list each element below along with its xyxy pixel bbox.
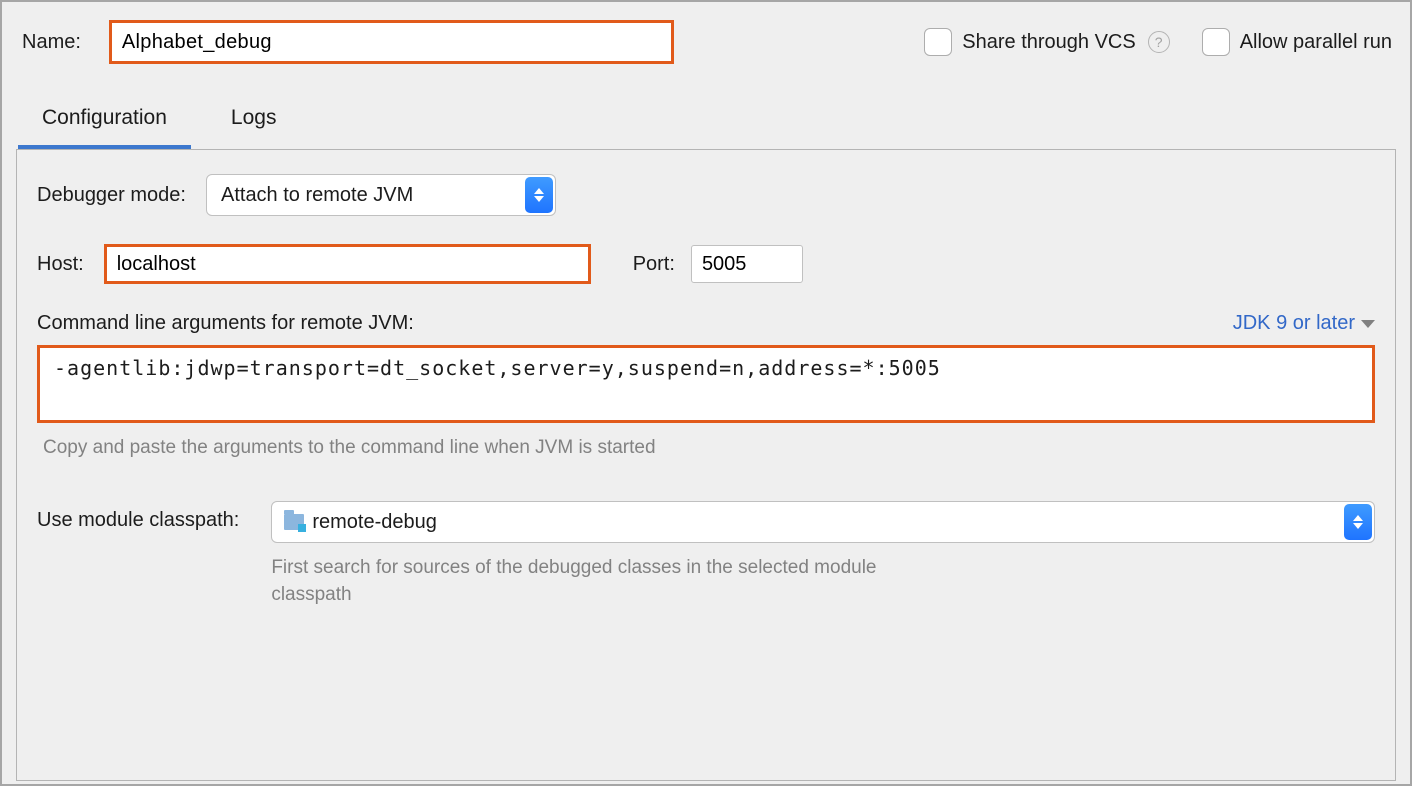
share-vcs-label: Share through VCS [962,31,1135,54]
jdk-version-dropdown[interactable]: JDK 9 or later [1233,312,1375,335]
allow-parallel-checkbox[interactable] [1202,28,1230,56]
chevron-down-icon [1361,320,1375,328]
tab-configuration[interactable]: Configuration [40,100,169,148]
cmd-hint: Copy and paste the arguments to the comm… [37,437,1375,459]
dialog-container: Name: Share through VCS ? Allow parallel… [0,0,1412,786]
module-column: remote-debug First search for sources of… [271,501,1375,608]
cmd-arguments-field[interactable]: -agentlib:jdwp=transport=dt_socket,serve… [37,345,1375,423]
port-label: Port: [633,253,675,276]
name-label: Name: [22,31,81,54]
host-port-row: Host: Port: [37,244,1375,284]
module-row: Use module classpath: remote-debug First… [37,501,1375,608]
select-stepper-icon [1344,504,1372,540]
allow-parallel-label: Allow parallel run [1240,31,1392,54]
host-label: Host: [37,253,84,276]
module-classpath-select[interactable]: remote-debug [271,501,1375,543]
tab-bar: Configuration Logs [16,100,1396,149]
module-folder-icon [284,514,304,530]
debugger-mode-select[interactable]: Attach to remote JVM [206,174,556,216]
select-stepper-icon [525,177,553,213]
share-vcs-group: Share through VCS ? [924,28,1169,56]
debugger-mode-label: Debugger mode: [37,184,186,207]
cmd-label: Command line arguments for remote JVM: [37,312,414,335]
module-label: Use module classpath: [37,501,239,532]
help-icon[interactable]: ? [1148,31,1170,53]
debugger-mode-value: Attach to remote JVM [221,184,413,207]
module-hint: First search for sources of the debugged… [271,555,911,608]
cmd-header: Command line arguments for remote JVM: J… [37,312,1375,335]
jdk-link-text: JDK 9 or later [1233,312,1355,335]
configuration-panel: Debugger mode: Attach to remote JVM Host… [16,149,1396,781]
name-input[interactable] [109,20,674,64]
header-row: Name: Share through VCS ? Allow parallel… [16,14,1396,64]
allow-parallel-group: Allow parallel run [1202,28,1392,56]
port-input[interactable] [691,245,803,283]
debugger-mode-row: Debugger mode: Attach to remote JVM [37,174,1375,216]
port-group: Port: [633,245,803,283]
header-options: Share through VCS ? Allow parallel run [924,28,1392,56]
module-value: remote-debug [312,511,437,534]
share-vcs-checkbox[interactable] [924,28,952,56]
host-input[interactable] [104,244,591,284]
tab-logs[interactable]: Logs [229,100,279,148]
